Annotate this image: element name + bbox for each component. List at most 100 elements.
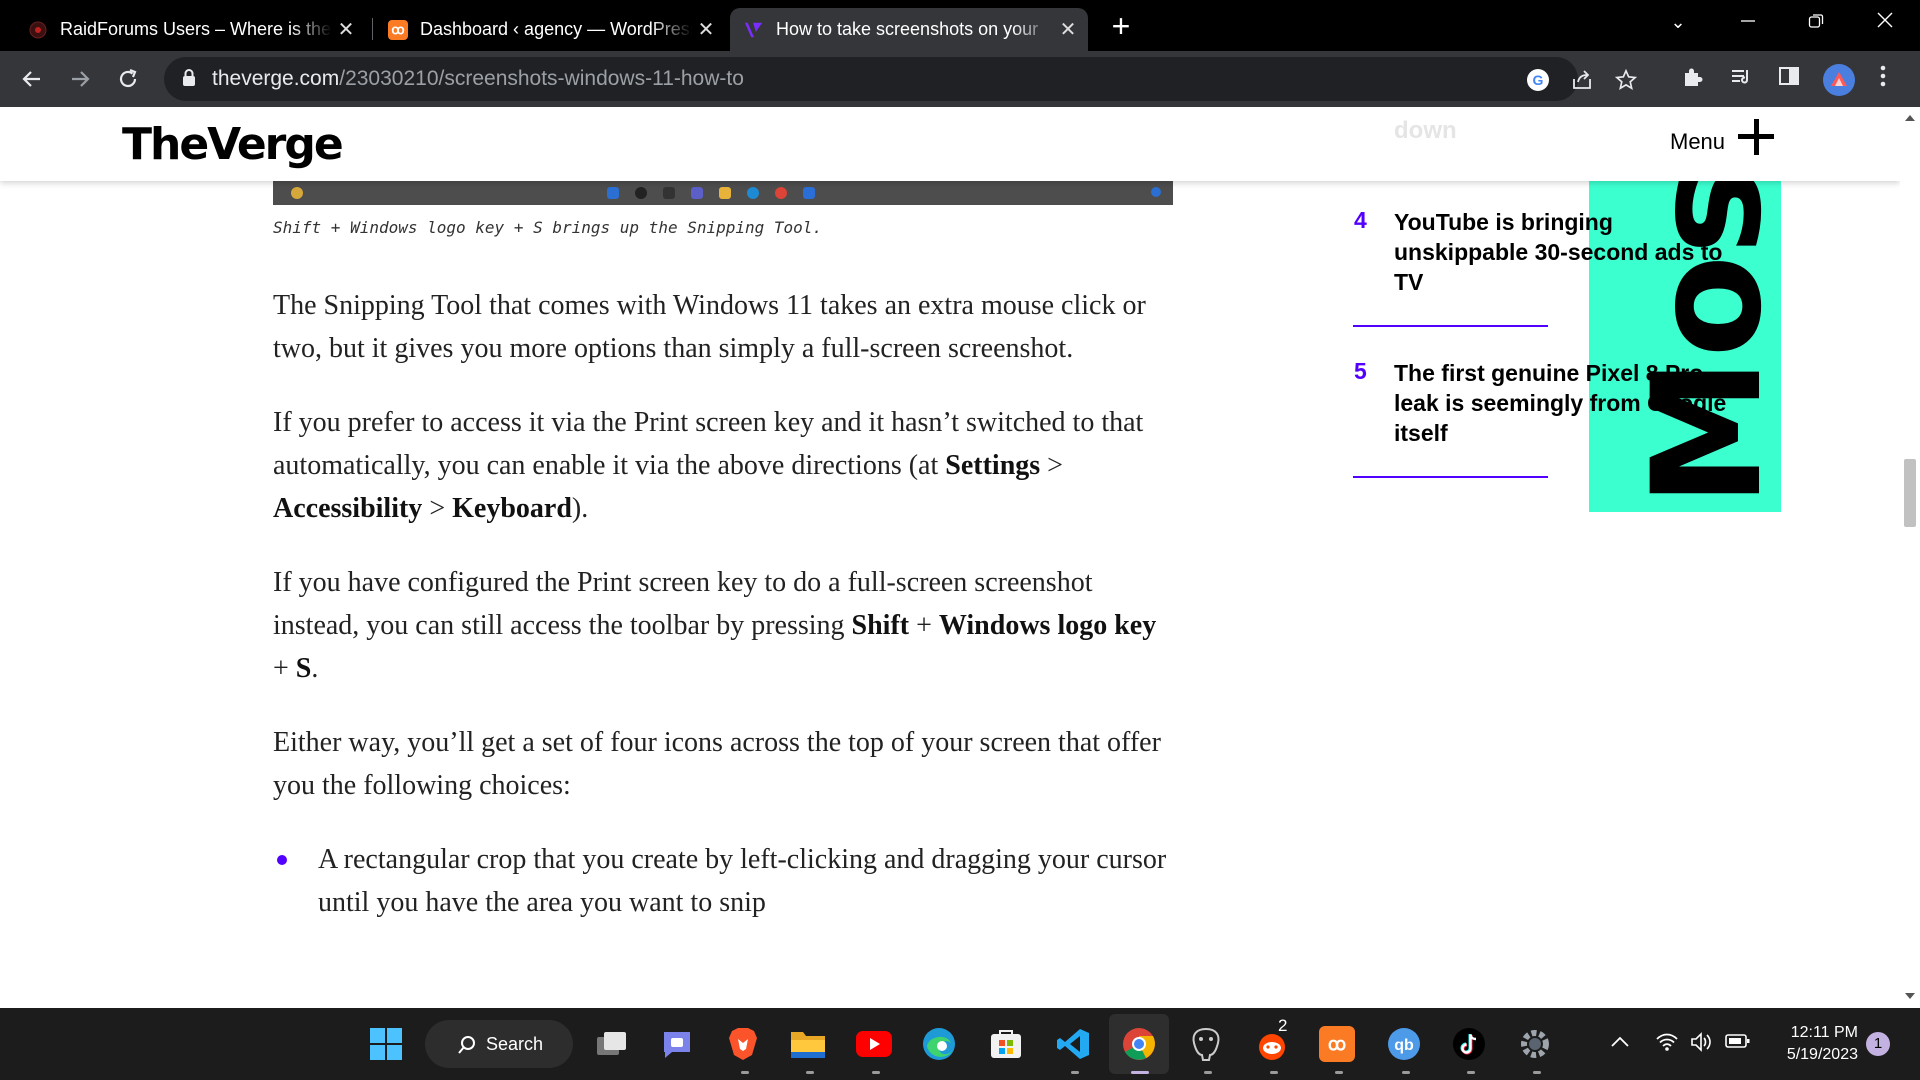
browser-tab-raidforums[interactable]: RaidForums Users – Where is the ✕ bbox=[14, 8, 366, 51]
browser-toolbar: theverge.com/23030210/screenshots-window… bbox=[0, 51, 1920, 107]
url-path: /23030210/screenshots-windows-11-how-to bbox=[339, 67, 744, 90]
youtube-icon[interactable] bbox=[856, 1026, 892, 1062]
taskbar-search[interactable]: Search bbox=[425, 1020, 573, 1068]
reddit-icon[interactable]: 2 bbox=[1254, 1016, 1290, 1062]
close-window-icon[interactable] bbox=[1855, 0, 1915, 46]
paragraph: The Snipping Tool that comes with Window… bbox=[273, 290, 1146, 364]
edge-browser-icon[interactable] bbox=[921, 1026, 957, 1062]
list-item-text: A rectangular crop that you create by le… bbox=[318, 844, 1167, 918]
scrollbar-thumb[interactable] bbox=[1904, 459, 1916, 527]
tab-search-chevron-icon[interactable]: ⌄ bbox=[1648, 0, 1708, 46]
vscode-icon[interactable] bbox=[1055, 1026, 1091, 1062]
running-indicator bbox=[1402, 1071, 1410, 1074]
minimize-icon[interactable] bbox=[1718, 0, 1778, 46]
task-view-icon[interactable] bbox=[594, 1026, 630, 1062]
system-clock[interactable]: 12:11 PM 5/19/2023 bbox=[1768, 1022, 1858, 1066]
share-icon[interactable] bbox=[1568, 66, 1596, 94]
raidforums-icon bbox=[28, 19, 48, 40]
tab-title: How to take screenshots on your bbox=[776, 19, 1039, 39]
microsoft-store-icon[interactable] bbox=[988, 1026, 1024, 1062]
running-indicator bbox=[1071, 1071, 1079, 1074]
postgresql-icon[interactable] bbox=[1188, 1026, 1224, 1062]
tiktok-icon[interactable] bbox=[1451, 1026, 1487, 1062]
new-tab-button[interactable]: + bbox=[1106, 8, 1136, 44]
bold-keyboard: Keyboard bbox=[452, 493, 572, 524]
browser-tab-wordpress[interactable]: ꝏ Dashboard ‹ agency — WordPress ✕ bbox=[374, 8, 726, 51]
paragraph: If you have configured the Print screen … bbox=[273, 561, 1173, 690]
google-lens-icon[interactable]: G bbox=[1524, 66, 1552, 94]
side-panel-icon[interactable] bbox=[1774, 65, 1804, 95]
forward-arrow-icon[interactable] bbox=[62, 61, 98, 97]
svg-text:qb: qb bbox=[1394, 1037, 1414, 1054]
rank-title[interactable]: YouTube is bringing unskippable 30-secon… bbox=[1394, 207, 1744, 297]
running-indicator bbox=[806, 1071, 814, 1074]
brave-browser-icon[interactable] bbox=[725, 1026, 761, 1062]
separator: > bbox=[422, 493, 453, 524]
clock-date: 5/19/2023 bbox=[1786, 1046, 1858, 1063]
running-indicator bbox=[1204, 1071, 1212, 1074]
windows-start-icon[interactable] bbox=[368, 1026, 404, 1062]
paragraph-end: ). bbox=[571, 493, 589, 524]
reading-list-icon[interactable] bbox=[1726, 65, 1756, 95]
xampp-icon[interactable]: ꝏ bbox=[1319, 1026, 1355, 1062]
bold-accessibility: Accessibility bbox=[273, 493, 423, 524]
image-caption: Shift + Windows logo key + S brings up t… bbox=[273, 218, 823, 237]
running-indicator bbox=[1335, 1071, 1343, 1074]
settings-gear-icon[interactable] bbox=[1517, 1026, 1553, 1062]
xampp-icon: ꝏ bbox=[388, 19, 408, 40]
running-indicator bbox=[1270, 1071, 1278, 1074]
profile-avatar[interactable] bbox=[1823, 64, 1855, 96]
teams-chat-icon[interactable] bbox=[659, 1026, 695, 1062]
verge-icon bbox=[744, 20, 764, 40]
clock-time: 12:11 PM bbox=[1790, 1024, 1858, 1041]
close-icon[interactable]: ✕ bbox=[332, 17, 360, 42]
windows-taskbar: Search 2 ꝏ qb 12:11 PM 5/19/2023 1 bbox=[0, 1008, 1920, 1080]
reload-icon[interactable] bbox=[110, 61, 146, 97]
paragraph: If you prefer to access it via the Print… bbox=[273, 401, 1173, 530]
wifi-icon[interactable] bbox=[1655, 1032, 1679, 1058]
scroll-down-arrow-icon[interactable] bbox=[1905, 993, 1915, 999]
running-indicator bbox=[1533, 1071, 1541, 1074]
search-label: Search bbox=[486, 1034, 544, 1054]
bold-s: S bbox=[295, 653, 312, 684]
extensions-puzzle-icon[interactable] bbox=[1678, 65, 1708, 95]
url-text: theverge.com/23030210/screenshots-window… bbox=[212, 67, 744, 91]
scroll-up-arrow-icon[interactable] bbox=[1905, 115, 1915, 121]
article-body: The Snipping Tool that comes with Window… bbox=[273, 284, 1173, 924]
list-item: A rectangular crop that you create by le… bbox=[277, 838, 1173, 924]
chrome-menu-kebab-icon[interactable] bbox=[1868, 65, 1898, 95]
back-arrow-icon[interactable] bbox=[14, 61, 50, 97]
file-explorer-icon[interactable] bbox=[790, 1026, 826, 1062]
rank-number: 5 bbox=[1354, 358, 1367, 384]
bookmark-star-icon[interactable] bbox=[1612, 66, 1640, 94]
qbittorrent-icon[interactable]: qb bbox=[1386, 1026, 1422, 1062]
tab-title: RaidForums Users – Where is the bbox=[60, 19, 332, 39]
browser-tab-verge[interactable]: How to take screenshots on your ✕ bbox=[730, 8, 1088, 51]
running-indicator bbox=[1467, 1071, 1475, 1074]
reddit-badge: 2 bbox=[1278, 1016, 1288, 1035]
separator: > bbox=[1040, 450, 1063, 481]
paragraph: Either way, you’ll get a set of four ico… bbox=[273, 727, 1161, 801]
chrome-browser-icon[interactable] bbox=[1121, 1026, 1157, 1062]
url-host: theverge.com bbox=[212, 67, 340, 90]
browser-tab-strip: RaidForums Users – Where is the ✕ ꝏ Dash… bbox=[0, 0, 1920, 51]
page-scrollbar[interactable] bbox=[1900, 107, 1920, 1008]
close-icon[interactable]: ✕ bbox=[1054, 17, 1082, 42]
running-indicator bbox=[741, 1071, 749, 1074]
bold-windows-logo-key: Windows logo key bbox=[938, 610, 1157, 641]
most-popular-previous-title[interactable]: down bbox=[1394, 117, 1457, 145]
site-header: TheVerge Menu bbox=[0, 107, 1900, 181]
restore-icon[interactable] bbox=[1786, 0, 1846, 46]
rank-title[interactable]: The first genuine Pixel 8 Pro leak is se… bbox=[1394, 358, 1744, 448]
close-icon[interactable]: ✕ bbox=[692, 17, 720, 42]
show-hidden-icons-chevron-icon[interactable] bbox=[1610, 1032, 1630, 1055]
windows-taskbar-in-image bbox=[273, 181, 1173, 205]
battery-icon[interactable] bbox=[1725, 1032, 1751, 1056]
notification-badge[interactable]: 1 bbox=[1866, 1032, 1890, 1056]
menu-button[interactable]: Menu bbox=[1670, 129, 1725, 155]
plus-icon[interactable] bbox=[1738, 119, 1774, 155]
tab-title: Dashboard ‹ agency — WordPress bbox=[420, 19, 692, 39]
the-verge-logo[interactable]: TheVerge bbox=[122, 119, 344, 170]
address-bar[interactable]: theverge.com/23030210/screenshots-window… bbox=[164, 57, 1638, 101]
volume-icon[interactable] bbox=[1690, 1032, 1714, 1058]
